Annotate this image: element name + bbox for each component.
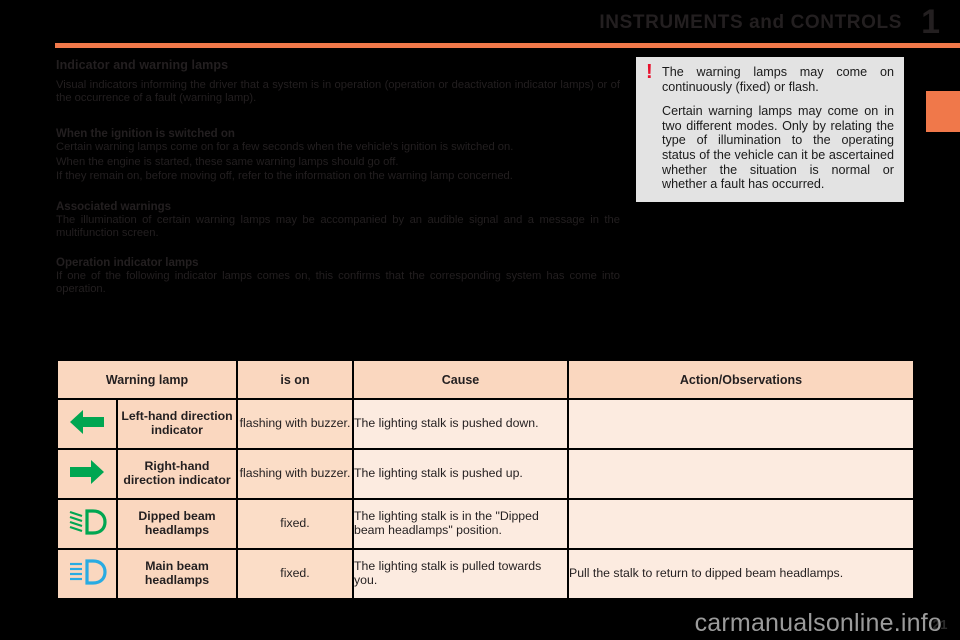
table-row: Dipped beam headlamps fixed. The lightin… bbox=[58, 500, 913, 548]
header-title: INSTRUMENTS and CONTROLS bbox=[599, 12, 902, 33]
cell-icon bbox=[58, 550, 116, 598]
cell-is-on: fixed. bbox=[238, 500, 352, 548]
body-column: Indicator and warning lamps Visual indic… bbox=[56, 58, 620, 297]
table-row: Left-hand direction indicator flashing w… bbox=[58, 400, 913, 448]
callout-paragraph-2: Certain warning lamps may come on in two… bbox=[662, 104, 894, 192]
paragraph-ignition-2: When the engine is started, these same w… bbox=[56, 155, 399, 168]
subheading-operation-indicator-lamps: Operation indicator lamps bbox=[56, 257, 199, 270]
chapter-number: 1 bbox=[921, 3, 940, 41]
paragraph-ignition-3: If they remain on, before moving off, re… bbox=[56, 170, 513, 183]
cell-lamp-name: Left-hand direction indicator bbox=[118, 400, 236, 448]
cell-icon bbox=[58, 500, 116, 548]
warning-callout: ! The warning lamps may come on continuo… bbox=[636, 57, 904, 202]
column-header-is-on: is on bbox=[238, 361, 352, 398]
main-beam-headlamp-icon bbox=[67, 558, 107, 591]
cell-is-on: flashing with buzzer. bbox=[238, 450, 352, 498]
header-rule bbox=[55, 43, 960, 48]
cell-icon bbox=[58, 450, 116, 498]
cell-lamp-name: Right-hand direction indicator bbox=[118, 450, 236, 498]
manual-page: INSTRUMENTS and CONTROLS 1 Indicator and… bbox=[0, 0, 960, 640]
page-header: INSTRUMENTS and CONTROLS 1 bbox=[0, 0, 960, 48]
warning-lamp-table: Warning lamp is on Cause Action/Observat… bbox=[56, 359, 915, 600]
dipped-beam-headlamp-icon bbox=[67, 508, 107, 541]
right-arrow-icon bbox=[69, 458, 105, 491]
table-row: Main beam headlamps fixed. The lighting … bbox=[58, 550, 913, 598]
cell-is-on: fixed. bbox=[238, 550, 352, 598]
cell-cause: The lighting stalk is pushed down. bbox=[354, 400, 567, 448]
column-header-warning-lamp: Warning lamp bbox=[58, 361, 236, 398]
left-arrow-icon bbox=[69, 408, 105, 441]
cell-icon bbox=[58, 400, 116, 448]
cell-action bbox=[569, 450, 913, 498]
table-header: Warning lamp is on Cause Action/Observat… bbox=[58, 361, 913, 398]
subheading-associated-warnings: Associated warnings bbox=[56, 200, 172, 213]
cell-is-on: flashing with buzzer. bbox=[238, 400, 352, 448]
paragraph-associated-warnings: The illumination of certain warning lamp… bbox=[56, 213, 620, 239]
callout-paragraph-1: The warning lamps may come on continuous… bbox=[662, 65, 894, 94]
cell-action: Pull the stalk to return to dipped beam … bbox=[569, 550, 913, 598]
column-header-action: Action/Observations bbox=[569, 361, 913, 398]
table-body: Left-hand direction indicator flashing w… bbox=[58, 400, 913, 598]
paragraph-operation-indicator-lamps: If one of the following indicator lamps … bbox=[56, 270, 620, 295]
exclamation-mark-icon: ! bbox=[646, 61, 653, 83]
section-title: Indicator and warning lamps bbox=[56, 58, 229, 72]
chapter-tab-marker bbox=[926, 91, 960, 132]
paragraph-ignition-1: Certain warning lamps come on for a few … bbox=[56, 141, 514, 154]
subheading-ignition: When the ignition is switched on bbox=[56, 128, 235, 141]
column-header-cause: Cause bbox=[354, 361, 567, 398]
cell-cause: The lighting stalk is pushed up. bbox=[354, 450, 567, 498]
cell-lamp-name: Main beam headlamps bbox=[118, 550, 236, 598]
intro-paragraph: Visual indicators informing the driver t… bbox=[56, 79, 620, 104]
cell-action bbox=[569, 500, 913, 548]
cell-lamp-name: Dipped beam headlamps bbox=[118, 500, 236, 548]
table-row: Right-hand direction indicator flashing … bbox=[58, 450, 913, 498]
cell-cause: The lighting stalk is pulled towards you… bbox=[354, 550, 567, 598]
watermark: carmanualsonline.info bbox=[694, 609, 942, 637]
cell-action bbox=[569, 400, 913, 448]
cell-cause: The lighting stalk is in the "Dipped bea… bbox=[354, 500, 567, 548]
